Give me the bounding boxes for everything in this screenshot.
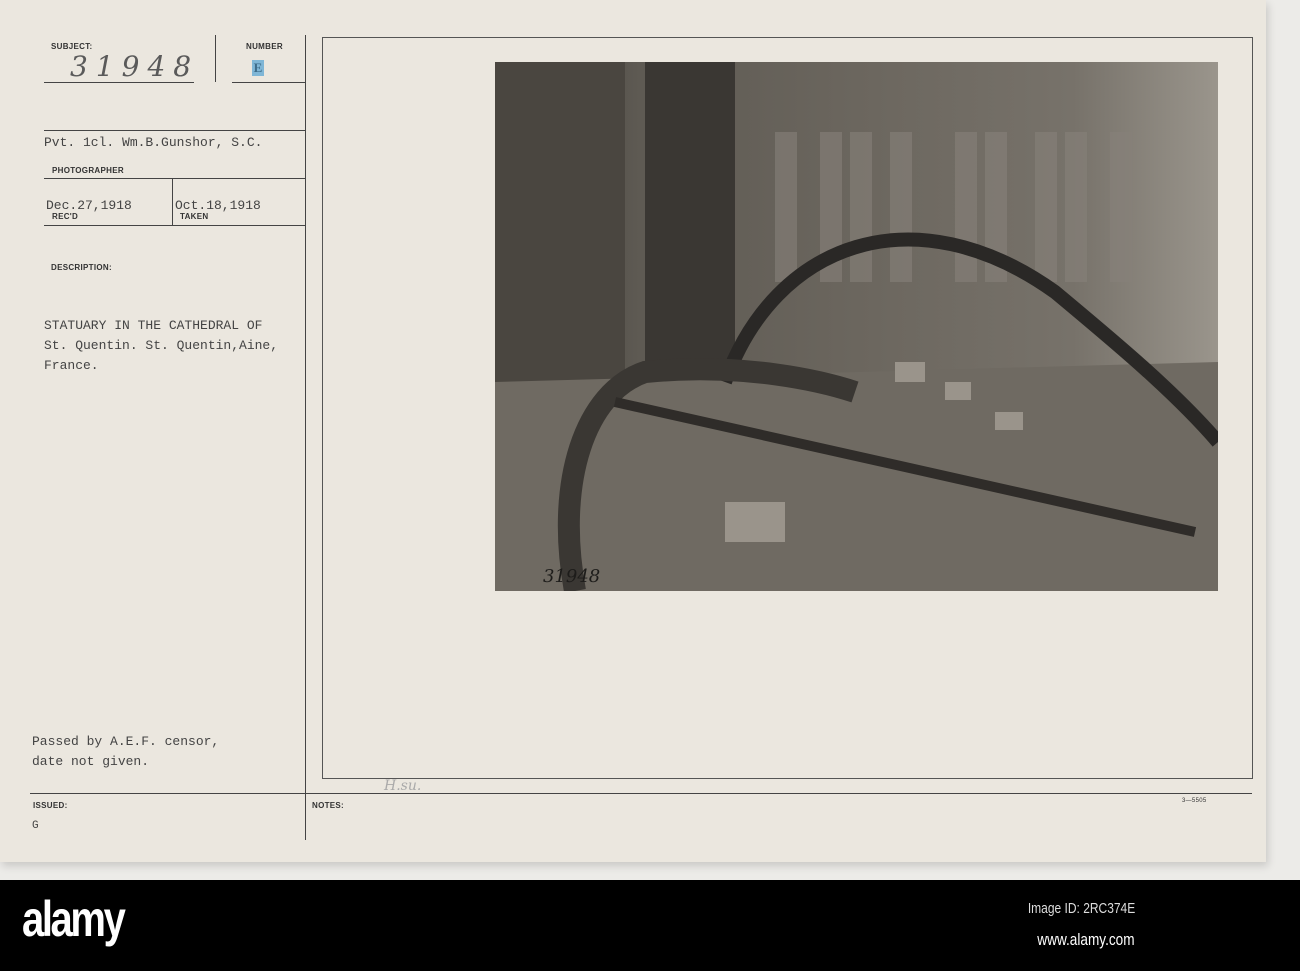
issued-value: G xyxy=(32,820,39,832)
description-line: STATUARY IN THE CATHEDRAL OF xyxy=(44,318,263,333)
number-stamp: E xyxy=(252,60,264,76)
image-id: Image ID: 2RC374E xyxy=(1027,900,1135,917)
issued-label: ISSUED: xyxy=(33,801,68,810)
censor-line: Passed by A.E.F. censor, xyxy=(32,734,220,749)
received-date: Dec.27,1918 xyxy=(46,198,132,213)
photographer-name: Pvt. 1cl. Wm.B.Gunshor, S.C. xyxy=(44,135,263,150)
photo-inscription: 31948 xyxy=(543,566,600,587)
rule xyxy=(44,130,306,131)
alamy-url[interactable]: www.alamy.com xyxy=(1038,930,1135,950)
date-divider xyxy=(172,178,173,225)
column-divider xyxy=(305,35,306,840)
notes-handwriting: H.su. xyxy=(384,778,422,794)
subject-divider xyxy=(215,35,216,82)
description-line: France. xyxy=(44,358,99,373)
subject-number: 31948 xyxy=(70,50,200,83)
rule xyxy=(232,82,306,83)
cathedral-ruins-image: 31948 xyxy=(495,62,1218,591)
taken-date: Oct.18,1918 xyxy=(175,198,261,213)
description-label: DESCRIPTION: xyxy=(51,263,112,272)
received-label: REC'D xyxy=(52,212,79,221)
archival-photo-card: SUBJECT: 31948 NUMBER E Pvt. 1cl. Wm.B.G… xyxy=(0,0,1266,862)
rule xyxy=(44,225,306,226)
bottom-rule xyxy=(30,793,1252,794)
cathedral-photograph: 31948 xyxy=(495,62,1218,591)
notes-label: NOTES: xyxy=(312,801,345,810)
number-label: NUMBER xyxy=(246,42,283,51)
description-line: St. Quentin. St. Quentin,Aine, xyxy=(44,338,279,353)
stock-footer: alamy Image ID: 2RC374E www.alamy.com xyxy=(0,880,1300,971)
photographer-label: PHOTOGRAPHER xyxy=(52,166,124,175)
form-number: 3—5505 xyxy=(1182,798,1207,804)
taken-label: TAKEN xyxy=(180,212,209,221)
alamy-logo: alamy xyxy=(22,891,126,947)
censor-line: date not given. xyxy=(32,754,150,769)
rule xyxy=(44,178,306,179)
